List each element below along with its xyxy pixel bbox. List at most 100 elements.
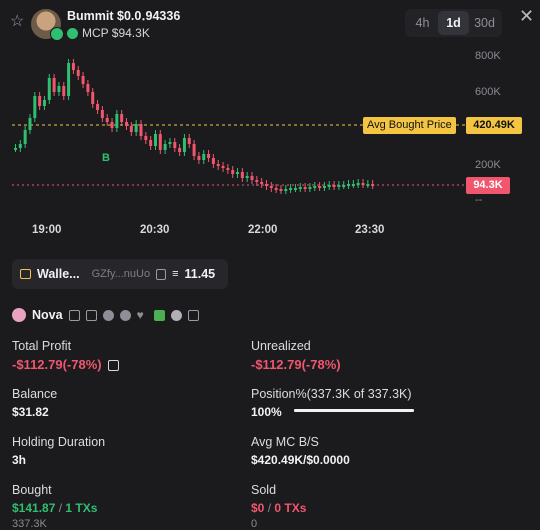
x-tick-label: 23:30 [355, 224, 385, 236]
candle-body [129, 126, 133, 132]
candle-body [298, 187, 302, 189]
trader-row: Nova ♥ [12, 308, 199, 322]
balance-value: $31.82 [12, 405, 49, 419]
candle-body [351, 184, 355, 186]
candle-body [308, 187, 312, 189]
candle-body [313, 186, 317, 188]
y-tick-label: 600K [475, 86, 501, 98]
candle-body [289, 188, 293, 190]
position-progress-bar [294, 409, 414, 412]
candle-body [67, 63, 71, 96]
holding-label: Holding Duration [12, 435, 106, 449]
position-value: 100% [251, 405, 282, 419]
candles-icon[interactable] [187, 309, 199, 321]
bought-separator: / [58, 501, 63, 515]
heart-icon[interactable]: ♥ [137, 309, 148, 321]
total-profit-value: -$112.79(-78%) [12, 357, 119, 372]
solscan-icon[interactable] [102, 309, 114, 321]
candle-body [86, 84, 90, 92]
candle-body [264, 184, 268, 186]
candle-body [342, 185, 346, 187]
position-progress-fill [294, 409, 414, 412]
trader-name: Nova [32, 308, 63, 322]
bought-value: $141.87 / 1 TXs [12, 501, 97, 515]
candle-body [57, 86, 61, 92]
x-icon[interactable] [119, 309, 131, 321]
pump-icon [67, 27, 78, 39]
wallet-count: 11.45 [184, 267, 216, 281]
candle-body [182, 138, 186, 152]
share-icon[interactable] [107, 360, 119, 372]
candle-body [47, 78, 51, 100]
bought-label: Bought [12, 483, 52, 497]
wallet-address: GZfy...nuUo [91, 268, 151, 280]
verified-badge-icon [50, 27, 64, 41]
candle-body [366, 184, 370, 186]
total-profit-label: Total Profit [12, 339, 72, 353]
candle-body [110, 122, 114, 128]
timeframe-4h[interactable]: 4h [407, 11, 438, 35]
candle-body [149, 140, 153, 146]
candle-body [255, 180, 259, 182]
candle-body [158, 134, 162, 150]
candle-body [115, 114, 119, 128]
candle-body [187, 138, 191, 144]
frog-icon[interactable] [153, 309, 165, 321]
candle-body [100, 110, 104, 118]
bought-amount: $141.87 [12, 501, 56, 515]
sold-sub: 0 [251, 518, 258, 530]
copy-icon[interactable] [156, 268, 167, 280]
sold-label: Sold [251, 483, 277, 497]
candle-body [207, 154, 211, 158]
candle-body [52, 78, 56, 92]
candle-body [260, 182, 264, 184]
star-icon[interactable]: ☆ [10, 14, 24, 30]
candle-body [211, 158, 215, 164]
candle-body [192, 144, 196, 156]
candle-body [76, 70, 80, 76]
candle-body [38, 96, 42, 106]
candle-body [173, 142, 177, 148]
y-tick-label: 200K [475, 159, 501, 171]
unrealized-value: -$112.79(-78%) [251, 357, 341, 372]
candle-body [125, 122, 129, 126]
candle-body [371, 184, 375, 186]
token-name: Bummit $0.0․94336 [67, 9, 181, 23]
candle-body [318, 186, 322, 188]
wallet-icon [20, 269, 31, 279]
candle-body [33, 96, 37, 118]
candle-body [139, 124, 143, 136]
candle-body [42, 100, 46, 106]
candle-body [144, 136, 148, 140]
price-chart[interactable] [0, 48, 540, 244]
menu-circle-icon[interactable] [170, 309, 182, 321]
edit-icon[interactable] [68, 309, 80, 321]
timeframe-30d[interactable]: 30d [469, 11, 500, 35]
wallet-selector[interactable]: Walle... GZfy...nuUo ≡ 11.45 [12, 259, 228, 289]
candle-body [178, 148, 182, 152]
candle-body [231, 170, 235, 174]
candle-body [168, 142, 172, 144]
x-tick-label: 20:30 [140, 224, 170, 236]
candle-body [361, 183, 365, 185]
avg-mc-value: $420.49K/$0.0000 [251, 453, 350, 467]
candle-body [236, 172, 240, 174]
close-icon[interactable]: ✕ [519, 6, 534, 27]
sold-txs: 0 TXs [274, 501, 307, 515]
candle-body [18, 144, 22, 148]
candle-body [81, 76, 85, 84]
balance-label: Balance [12, 387, 58, 401]
timeframe-1d[interactable]: 1d [438, 11, 469, 35]
candle-body [120, 114, 124, 122]
y-tick-label: -- [475, 194, 483, 206]
candle-body [284, 189, 288, 191]
candle-body [293, 188, 297, 190]
candle-body [322, 186, 326, 188]
holding-value: 3h [12, 453, 27, 467]
sold-separator: / [267, 501, 272, 515]
candle-body [134, 124, 138, 132]
x-tick-label: 22:00 [248, 224, 278, 236]
candle-body [71, 63, 75, 70]
candle-body [332, 185, 336, 187]
copy-icon[interactable] [85, 309, 97, 321]
